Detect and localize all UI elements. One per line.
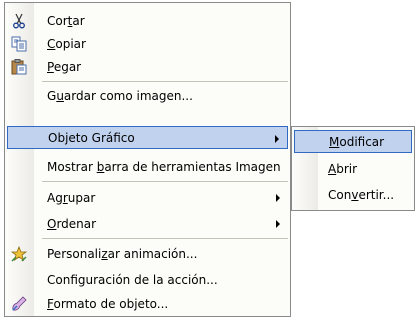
menu-item-mostrar-barra-imagen[interactable]: Mostrar barra de herramientas Imagen — [7, 155, 288, 178]
submenu-item-label: Modificar — [329, 134, 385, 149]
menu-item-label: Configuración de la acción... — [47, 272, 218, 287]
menu-item-cortar[interactable]: Cortar — [7, 9, 288, 32]
menu-item-personalizar-animacion[interactable]: Personalizar animación... — [7, 242, 288, 265]
menu-item-label: Objeto Gráfico — [48, 130, 135, 145]
submenu-item-label: Convertir... — [328, 187, 395, 202]
submenu-arrow-icon — [275, 135, 279, 143]
custom-animation-icon — [9, 244, 29, 263]
submenu-objeto-grafico: Modificar Abrir Convertir... — [291, 126, 415, 211]
menu-item-label: Mostrar barra de herramientas Imagen — [47, 159, 281, 174]
submenu-item-convertir[interactable]: Convertir... — [294, 183, 412, 206]
submenu-arrow-icon — [276, 194, 280, 202]
context-menu: Cortar Copiar Pegar Guardar como imagen.… — [4, 2, 291, 317]
menu-item-label: Formato de objeto... — [47, 296, 169, 311]
menu-item-ordenar[interactable]: Ordenar — [7, 212, 288, 235]
paste-icon — [9, 57, 29, 76]
menu-item-copiar[interactable]: Copiar — [7, 32, 288, 55]
menu-separator — [42, 181, 288, 182]
menu-item-label: Pegar — [47, 59, 82, 74]
menu-item-formato-de-objeto[interactable]: Formato de objeto... — [7, 292, 288, 315]
menu-item-pegar[interactable]: Pegar — [7, 55, 288, 78]
menu-item-label: Cortar — [47, 13, 85, 28]
menu-separator — [42, 238, 288, 239]
submenu-item-label: Abrir — [328, 161, 358, 176]
menu-item-guardar-como-imagen[interactable]: Guardar como imagen... — [7, 84, 288, 107]
menu-item-label: Personalizar animación... — [47, 246, 198, 261]
submenu-item-modificar[interactable]: Modificar — [294, 130, 412, 153]
menu-item-agrupar[interactable]: Agrupar — [7, 186, 288, 209]
submenu-item-abrir[interactable]: Abrir — [294, 157, 412, 180]
copy-icon — [9, 34, 29, 53]
menu-item-configuracion-accion[interactable]: Configuración de la acción... — [7, 268, 288, 291]
menu-item-label: Ordenar — [47, 216, 97, 231]
menu-item-label: Copiar — [47, 36, 86, 51]
menu-item-label: Agrupar — [47, 190, 96, 205]
menu-item-objeto-grafico[interactable]: Objeto Gráfico — [7, 126, 288, 149]
submenu-arrow-icon — [276, 220, 280, 228]
scissors-icon — [9, 11, 29, 30]
menu-item-label: Guardar como imagen... — [47, 88, 193, 103]
format-object-icon — [9, 294, 29, 313]
menu-separator — [42, 81, 288, 82]
